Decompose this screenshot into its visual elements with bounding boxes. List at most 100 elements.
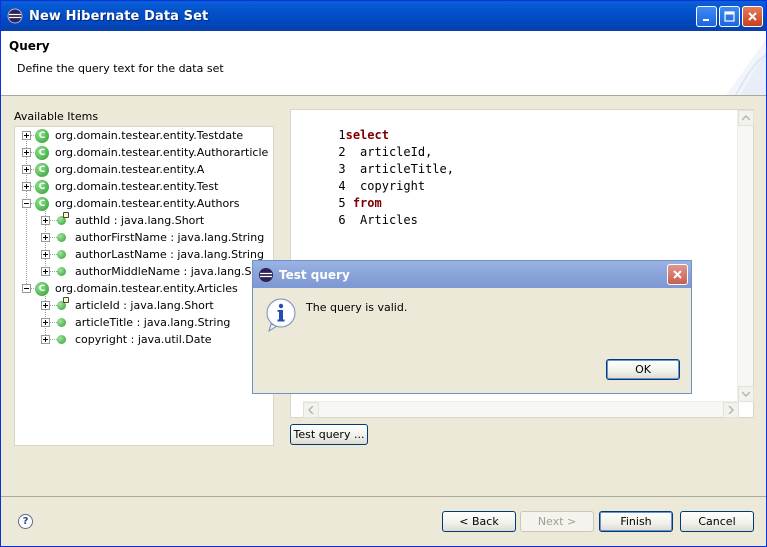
tree-item-field[interactable]: articleTitle : java.lang.String <box>41 314 230 331</box>
dialog-title: Test query <box>279 267 350 282</box>
available-items-tree[interactable]: C org.domain.testear.entity.Testdate C o… <box>14 126 274 446</box>
available-items-label: Available Items <box>14 110 99 123</box>
tree-item-class[interactable]: C org.domain.testear.entity.Articles <box>22 280 238 297</box>
field-icon <box>57 267 66 276</box>
scroll-up-button[interactable] <box>738 110 754 126</box>
tree-item-label: authorMiddleName : java.lang.String <box>75 265 274 278</box>
close-icon <box>673 270 682 279</box>
tree-item-label: articleTitle : java.lang.String <box>75 316 231 329</box>
expand-icon[interactable] <box>41 301 50 310</box>
collapse-icon[interactable] <box>22 199 31 208</box>
next-button[interactable]: Next > <box>520 511 594 532</box>
scroll-right-button[interactable] <box>723 402 739 418</box>
code-line[interactable]: 4 copyright <box>295 161 425 193</box>
tree-item-field[interactable]: authorLastName : java.lang.String <box>41 246 264 263</box>
test-query-button[interactable]: Test query ... <box>290 424 368 445</box>
minimize-button[interactable] <box>696 6 717 27</box>
tree-item-class[interactable]: C org.domain.testear.entity.A <box>22 161 204 178</box>
line-number: 6 <box>338 213 346 227</box>
tree-item-label: org.domain.testear.entity.Articles <box>55 282 238 295</box>
arrow-down-icon <box>742 391 750 397</box>
dialog-title-bar[interactable]: Test query <box>253 261 691 288</box>
expand-icon[interactable] <box>22 182 31 191</box>
tree-item-label: org.domain.testear.entity.Testdate <box>55 129 244 142</box>
expand-icon[interactable] <box>22 148 31 157</box>
arrow-up-icon <box>742 115 750 121</box>
header-banner-icon <box>726 39 766 95</box>
eclipse-icon <box>7 8 23 24</box>
tree-item-field[interactable]: copyright : java.util.Date <box>41 331 212 348</box>
page-title: Query <box>9 39 50 53</box>
code-line[interactable]: 6 Articles <box>295 195 417 227</box>
entity-class-icon: C <box>35 196 49 211</box>
tree-item-class[interactable]: C org.domain.testear.entity.Testdate <box>22 127 243 144</box>
title-bar[interactable]: New Hibernate Data Set <box>1 1 766 31</box>
tree-item-label: org.domain.testear.entity.Authors <box>55 197 240 210</box>
scroll-left-button[interactable] <box>303 402 319 418</box>
field-icon <box>57 318 66 327</box>
close-icon <box>748 12 757 21</box>
expand-icon[interactable] <box>41 216 50 225</box>
tree-item-label: org.domain.testear.entity.Test <box>55 180 219 193</box>
arrow-right-icon <box>728 406 734 414</box>
code-line[interactable]: 5 from <box>295 178 381 210</box>
code-line[interactable]: 3 articleTitle, <box>295 144 454 176</box>
test-query-dialog: Test query The query is valid. OK <box>252 260 692 394</box>
expand-icon[interactable] <box>41 250 50 259</box>
tree-item-label: articleId : java.lang.Short <box>75 299 214 312</box>
code-text: Articles <box>345 213 418 227</box>
tree-item-class[interactable]: C org.domain.testear.entity.Authorarticl… <box>22 144 268 161</box>
close-button[interactable] <box>742 6 763 27</box>
vertical-scrollbar[interactable] <box>737 110 754 402</box>
tree-item-label: authorLastName : java.lang.String <box>75 248 264 261</box>
horizontal-scrollbar[interactable] <box>303 401 739 418</box>
entity-class-icon: C <box>35 162 49 177</box>
tree-item-field[interactable]: authId : java.lang.Short <box>41 212 204 229</box>
field-icon <box>57 233 66 242</box>
expand-icon[interactable] <box>41 267 50 276</box>
help-icon[interactable]: ? <box>18 514 33 529</box>
tree-item-label: authId : java.lang.Short <box>75 214 205 227</box>
expand-icon[interactable] <box>41 335 50 344</box>
cancel-button[interactable]: Cancel <box>680 511 754 532</box>
eclipse-icon <box>259 267 273 282</box>
tree-item-label: copyright : java.util.Date <box>75 333 212 346</box>
expand-icon[interactable] <box>41 233 50 242</box>
tree-item-label: org.domain.testear.entity.A <box>55 163 205 176</box>
dialog-message: The query is valid. <box>306 301 408 314</box>
arrow-left-icon <box>308 406 314 414</box>
footer-divider <box>1 496 766 497</box>
entity-class-icon: C <box>35 179 49 194</box>
field-icon <box>57 335 66 344</box>
tree-item-label: authorFirstName : java.lang.String <box>75 231 265 244</box>
tree-item-field[interactable]: articleId : java.lang.Short <box>41 297 214 314</box>
expand-icon[interactable] <box>41 318 50 327</box>
window-title: New Hibernate Data Set <box>29 8 209 24</box>
tree-item-field[interactable]: authorFirstName : java.lang.String <box>41 229 264 246</box>
field-icon <box>57 250 66 259</box>
wizard-window: New Hibernate Data Set Query Define the … <box>0 0 767 547</box>
minimize-icon <box>703 19 709 21</box>
page-description: Define the query text for the data set <box>17 62 224 75</box>
entity-class-icon: C <box>35 128 49 143</box>
entity-class-icon: C <box>35 145 49 160</box>
maximize-button[interactable] <box>719 6 740 27</box>
key-field-icon <box>57 297 69 310</box>
info-icon <box>266 298 296 332</box>
dialog-close-button[interactable] <box>667 264 688 285</box>
ok-button[interactable]: OK <box>606 359 680 380</box>
scroll-down-button[interactable] <box>738 386 754 402</box>
tree-item-field[interactable]: authorMiddleName : java.lang.String <box>41 263 274 280</box>
tree-item-class[interactable]: C org.domain.testear.entity.Test <box>22 178 218 195</box>
entity-class-icon: C <box>35 281 49 296</box>
expand-icon[interactable] <box>22 165 31 174</box>
maximize-icon <box>724 11 735 22</box>
tree-item-class[interactable]: C org.domain.testear.entity.Authors <box>22 195 240 212</box>
key-field-icon <box>57 212 69 225</box>
code-line[interactable]: 2 articleId, <box>295 127 432 159</box>
collapse-icon[interactable] <box>22 284 31 293</box>
code-line[interactable]: 1select <box>295 110 389 142</box>
finish-button[interactable]: Finish <box>599 511 673 532</box>
expand-icon[interactable] <box>22 131 31 140</box>
back-button[interactable]: < Back <box>442 511 516 532</box>
